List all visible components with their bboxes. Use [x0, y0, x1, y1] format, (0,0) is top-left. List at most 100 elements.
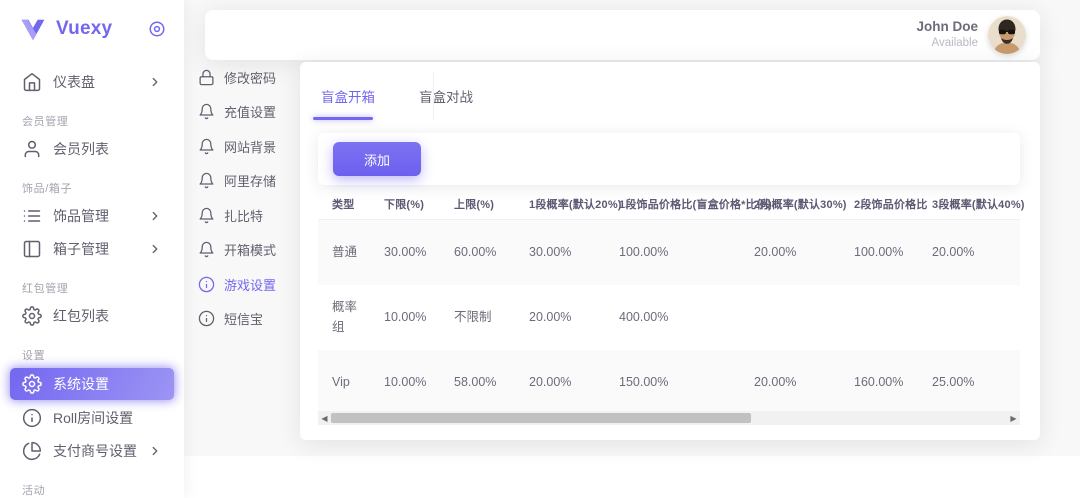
sidebar-item-label: 支付商号设置: [53, 441, 137, 461]
table-header-row: 类型下限(%)上限(%)1段概率(默认20%)1段饰品价格比(盲盒价格*比例)2…: [318, 190, 1020, 220]
box-icon: [22, 239, 42, 259]
table-cell: 60.00%: [440, 220, 515, 285]
content-area: John Doe Available: [184, 0, 1080, 456]
settings-menu-item[interactable]: 修改密码: [198, 60, 296, 95]
table-header-cell: 下限(%): [370, 190, 440, 220]
tab-blindbox-open[interactable]: 盲盒开箱: [313, 86, 383, 121]
table-row: 概率组10.00%不限制20.00%400.00%: [318, 285, 1020, 350]
table-header-cell: 2段饰品价格比: [840, 190, 918, 220]
settings-menu-item-label: 修改密码: [224, 68, 276, 87]
table-cell: 20.00%: [515, 285, 605, 350]
user-menu[interactable]: John Doe Available: [916, 16, 1026, 54]
chevron-icon: [148, 242, 162, 256]
table-row: 普通30.00%60.00%30.00%100.00%20.00%100.00%…: [318, 220, 1020, 285]
sidebar-item[interactable]: 箱子管理: [0, 234, 174, 264]
settings-menu-item-label: 网站背景: [224, 137, 276, 156]
scrollbar-thumb[interactable]: [331, 413, 751, 423]
sidebar-item[interactable]: 支付商号设置: [0, 436, 174, 466]
table-cell: 30.00%: [515, 220, 605, 285]
scrollbar-track[interactable]: [331, 411, 1007, 425]
nav-section-header: 红包管理: [22, 280, 184, 296]
table-cell: [740, 285, 840, 350]
table-row: Vip10.00%58.00%20.00%150.00%20.00%160.00…: [318, 350, 1020, 415]
table-cell: 58.00%: [440, 350, 515, 415]
sidebar-item-label: 箱子管理: [53, 239, 109, 259]
lock-icon: [198, 69, 215, 86]
chevron-icon: [148, 444, 162, 458]
settings-menu-item[interactable]: 开箱模式: [198, 233, 296, 268]
sidebar-nav: 仪表盘会员管理会员列表饰品/箱子饰品管理箱子管理红包管理红包列表设置系统设置 Ro…: [0, 58, 184, 498]
bell-icon: [198, 172, 215, 189]
sidebar-item[interactable]: Roll房间设置: [0, 403, 174, 433]
sidebar-item-active[interactable]: 系统设置: [10, 368, 174, 400]
table-cell: 20.00%: [740, 220, 840, 285]
sidebar-item-label: 会员列表: [53, 139, 109, 159]
table-body: 普通30.00%60.00%30.00%100.00%20.00%100.00%…: [318, 220, 1020, 415]
settings-menu-item[interactable]: 扎比特: [198, 198, 296, 233]
chevron-icon: [148, 209, 162, 223]
settings-menu-item-active[interactable]: 游戏设置: [198, 267, 296, 302]
settings-menu-item-label: 阿里存储: [224, 171, 276, 190]
table-cell: 10.00%: [370, 285, 440, 350]
settings-menu-item[interactable]: 短信宝: [198, 302, 296, 337]
table-wrap: 类型下限(%)上限(%)1段概率(默认20%)1段饰品价格比(盲盒价格*比例)2…: [318, 190, 1020, 415]
info-icon: [198, 310, 215, 327]
active-tab-underline: [313, 117, 373, 120]
toolbar-panel: 添加: [318, 133, 1020, 185]
table-header-cell: 3段概率(默认40%): [918, 190, 1020, 220]
horizontal-scrollbar: ◀ ▶: [318, 411, 1020, 425]
sidebar-item[interactable]: 饰品管理: [0, 201, 174, 231]
info-icon: [22, 408, 42, 428]
settings-menu-item-label: 游戏设置: [224, 275, 276, 294]
settings-menu-item[interactable]: 网站背景: [198, 129, 296, 164]
sidebar: Vuexy 仪表盘会员管理会员列表饰品/箱子饰品管理箱子管理红包管理红包列表设置…: [0, 0, 184, 498]
table-cell: [918, 285, 1020, 350]
table-header-cell: 1段饰品价格比(盲盒价格*比例): [605, 190, 740, 220]
settings-menu-item[interactable]: 阿里存储: [198, 164, 296, 199]
table-cell: 20.00%: [740, 350, 840, 415]
table-cell: 100.00%: [605, 220, 740, 285]
bell-icon: [198, 138, 215, 155]
nav-section-header: 饰品/箱子: [22, 180, 184, 196]
sidebar-item-label: 红包列表: [53, 306, 109, 326]
sidebar-item-label: 系统设置: [53, 374, 109, 394]
table-cell: Vip: [318, 350, 370, 415]
bell-icon: [198, 241, 215, 258]
table-cell: 30.00%: [370, 220, 440, 285]
sidebar-item[interactable]: 仪表盘: [0, 67, 174, 97]
settings-menu-item-label: 充值设置: [224, 102, 276, 121]
list-icon: [22, 206, 42, 226]
menu-pin-toggle-icon[interactable]: [148, 20, 166, 38]
sidebar-item[interactable]: 会员列表: [0, 134, 174, 164]
gear-icon: [22, 306, 42, 326]
gear-icon: [22, 374, 42, 394]
settings-menu-item[interactable]: 充值设置: [198, 95, 296, 130]
table-cell: 400.00%: [605, 285, 740, 350]
nav-section-header: 设置: [22, 347, 184, 363]
pie-icon: [22, 441, 42, 461]
table-header-cell: 2段概率(默认30%): [740, 190, 840, 220]
home-icon: [22, 72, 42, 92]
table-cell: 20.00%: [515, 350, 605, 415]
add-button[interactable]: 添加: [333, 142, 421, 176]
app-root: Vuexy 仪表盘会员管理会员列表饰品/箱子饰品管理箱子管理红包管理红包列表设置…: [0, 0, 1080, 498]
nav-section-header: 会员管理: [22, 113, 184, 129]
scroll-right-arrow-icon[interactable]: ▶: [1007, 411, 1020, 425]
sidebar-item-label: Roll房间设置: [53, 408, 133, 428]
settings-menu-item-label: 扎比特: [224, 206, 263, 225]
sidebar-item-label: 仪表盘: [53, 72, 95, 92]
table-header-cell: 1段概率(默认20%): [515, 190, 605, 220]
table-header-cell: 类型: [318, 190, 370, 220]
chevron-icon: [148, 75, 162, 89]
user-name: John Doe: [916, 19, 978, 36]
tabs-divider: [433, 72, 434, 120]
table-cell: 10.00%: [370, 350, 440, 415]
sidebar-item[interactable]: 红包列表: [0, 301, 174, 331]
tab-blindbox-battle[interactable]: 盲盒对战: [411, 86, 481, 121]
avatar[interactable]: [988, 16, 1026, 54]
scroll-left-arrow-icon[interactable]: ◀: [318, 411, 331, 425]
settings-menu-item-label: 开箱模式: [224, 240, 276, 259]
info-icon: [198, 276, 215, 293]
user-status: Available: [916, 36, 978, 50]
user-texts: John Doe Available: [916, 19, 978, 50]
